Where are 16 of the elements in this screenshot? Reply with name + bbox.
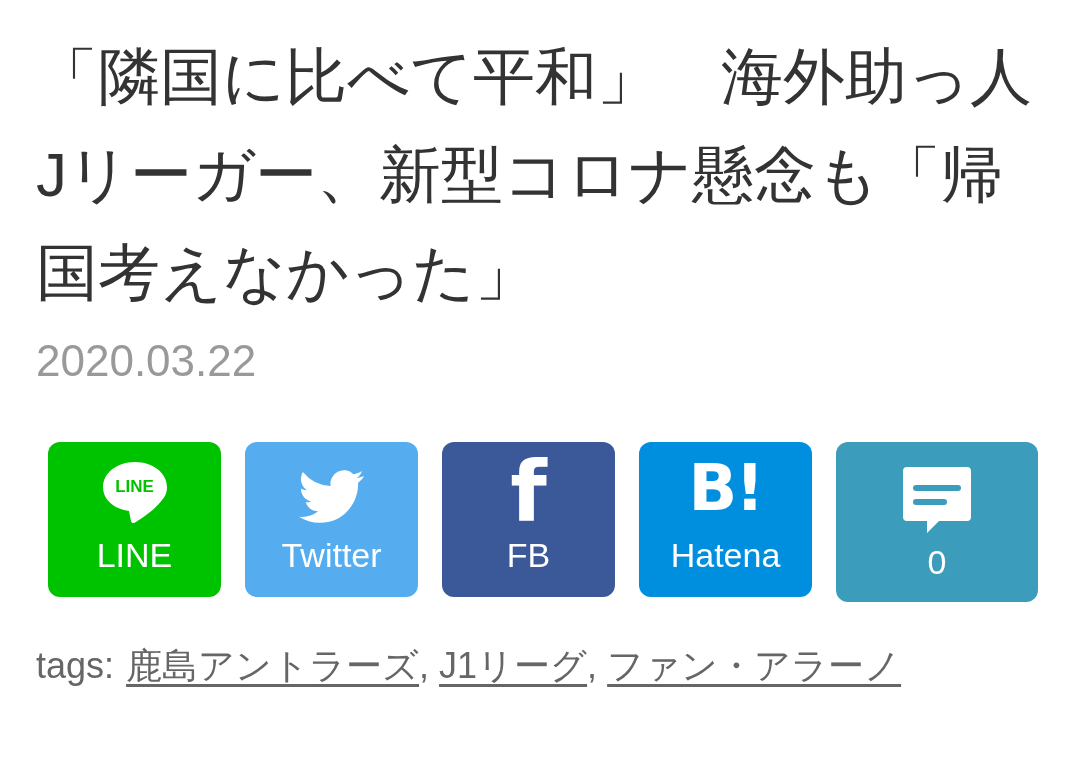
share-button[interactable]: f FB bbox=[442, 442, 615, 597]
tag-link[interactable]: ファン・アラーノ bbox=[607, 642, 902, 691]
tag-separator: , bbox=[587, 645, 598, 687]
tags-label: tags: bbox=[36, 645, 115, 687]
publish-date: 2020.03.22 bbox=[36, 336, 258, 386]
tag-separator: , bbox=[419, 645, 430, 687]
hatena-logo: B! bbox=[688, 456, 763, 526]
article-title: 「隣国に比べて平和」 海外助っ人Jリーガー、新型コロナ懸念も「帰国考えなかった」 bbox=[36, 41, 1033, 309]
tag-link[interactable]: 鹿島アントラーズ bbox=[126, 642, 420, 691]
share-button[interactable]: 0 bbox=[836, 442, 1038, 602]
comment-icon bbox=[903, 467, 971, 533]
facebook-logo: f bbox=[510, 450, 547, 526]
speech-bubble-icon: LINE bbox=[100, 460, 169, 526]
share-button[interactable]: B! Hatena bbox=[639, 442, 812, 597]
bird-icon bbox=[298, 468, 365, 526]
tag-link[interactable]: J1リーグ bbox=[439, 642, 588, 691]
